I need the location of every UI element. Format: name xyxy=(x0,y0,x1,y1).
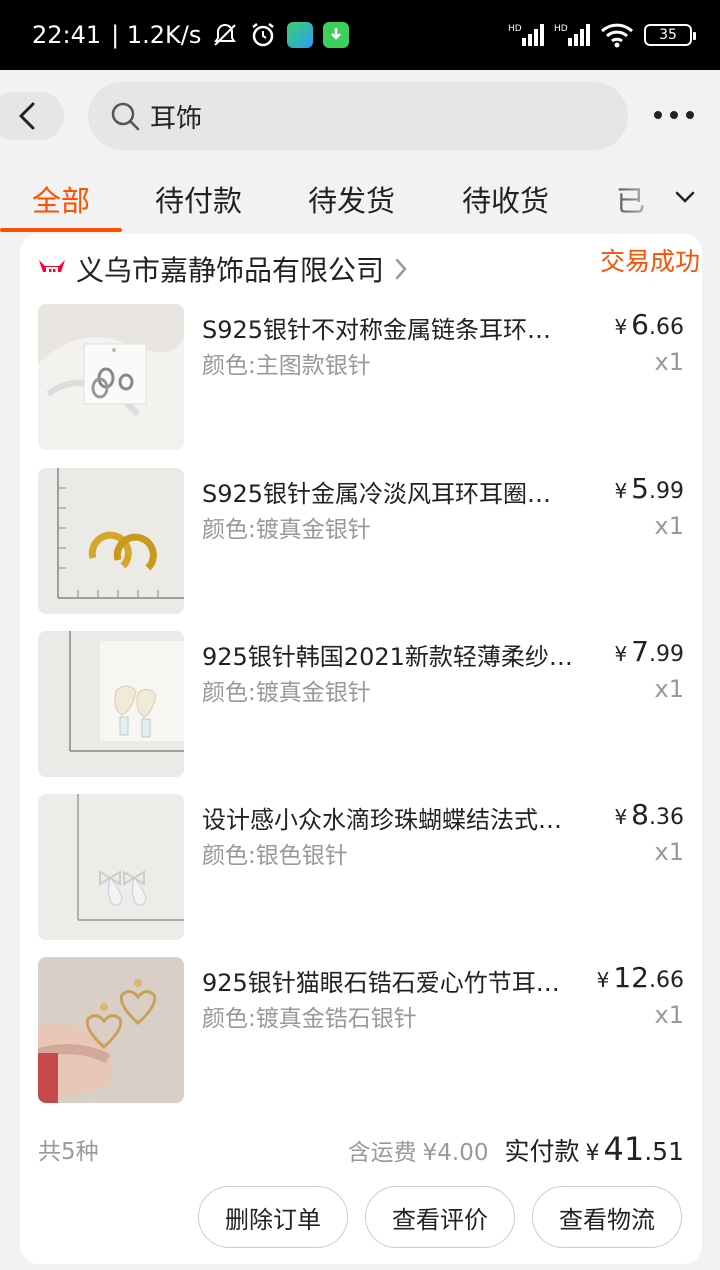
item-quantity: x1 xyxy=(654,1001,684,1029)
item-sku: 颜色:银色银针 xyxy=(202,843,348,869)
item-price: ¥5.99 xyxy=(614,472,684,505)
item-price: ¥8.36 xyxy=(614,798,684,831)
product-image xyxy=(38,631,184,777)
tab-fade xyxy=(600,162,720,234)
paid-currency: ¥ xyxy=(585,1141,600,1166)
alarm-icon xyxy=(249,21,277,49)
hd-signal-icon: HD xyxy=(554,22,590,48)
tab-pending-payment[interactable]: 待付款 xyxy=(155,178,242,220)
paid-label: 实付款 xyxy=(504,1137,580,1166)
shipping-label: 含运费 xyxy=(347,1140,417,1166)
order-item[interactable]: 925银针猫眼石锆石爱心竹节耳… 颜色:镀真金锆石银针 ¥12.66 x1 xyxy=(38,957,684,1103)
order-total: 含运费 ¥4.00 实付款 ¥ 41 .51 xyxy=(348,1130,684,1168)
store-name: 义乌市嘉静饰品有限公司 xyxy=(76,254,385,287)
svg-text:HD: HD xyxy=(554,24,568,34)
paid-amount-dec: .51 xyxy=(644,1137,684,1166)
item-quantity: x1 xyxy=(654,512,684,540)
tab-pending-receipt[interactable]: 待收货 xyxy=(462,178,549,220)
wifi-icon xyxy=(600,22,634,48)
item-title: S925银针金属冷淡风耳环耳圈… xyxy=(202,480,552,508)
item-sku: 颜色:镀真金锆石银针 xyxy=(202,1006,417,1032)
order-tabs: 全部 待付款 待发货 待收货 已 xyxy=(0,162,720,234)
item-count: 共5种 xyxy=(38,1139,99,1165)
svg-text:HD: HD xyxy=(508,24,522,34)
product-image xyxy=(38,304,184,450)
battery-level: 35 xyxy=(659,27,677,43)
store-link[interactable]: 义乌市嘉静饰品有限公司 xyxy=(38,244,684,294)
back-button[interactable] xyxy=(0,92,64,140)
chevron-right-icon xyxy=(395,258,407,280)
item-sku: 颜色:主图款银针 xyxy=(202,353,371,379)
status-time: 22:41 xyxy=(32,21,102,49)
view-logistics-button[interactable]: 查看物流 xyxy=(532,1186,682,1248)
search-icon xyxy=(111,102,140,131)
tab-pending-shipment[interactable]: 待发货 xyxy=(308,178,395,220)
order-item[interactable]: 925银针韩国2021新款轻薄柔纱… 颜色:镀真金银针 ¥7.99 x1 xyxy=(38,631,684,777)
item-sku: 颜色:镀真金银针 xyxy=(202,517,371,543)
mute-icon xyxy=(211,21,239,49)
app-badge-icon xyxy=(287,22,314,48)
back-icon xyxy=(19,102,35,130)
search-query: 耳饰 xyxy=(150,103,203,134)
item-quantity: x1 xyxy=(654,675,684,703)
hd-signal-icon: HD xyxy=(508,22,544,48)
status-bar: 22:41 | 1.2K/s HD HD 35 xyxy=(0,0,720,70)
more-icon[interactable] xyxy=(654,100,694,130)
item-quantity: x1 xyxy=(654,838,684,866)
item-price: ¥7.99 xyxy=(614,635,684,668)
item-quantity: x1 xyxy=(654,348,684,376)
item-price: ¥12.66 xyxy=(596,961,684,994)
chevron-down-icon[interactable] xyxy=(674,186,696,212)
item-price: ¥6.66 xyxy=(614,308,684,341)
order-status: 交易成功 xyxy=(599,247,700,276)
tab-all[interactable]: 全部 xyxy=(32,178,90,220)
order-item[interactable]: S925银针不对称金属链条耳环… 颜色:主图款银针 ¥6.66 x1 xyxy=(38,304,684,450)
paid-amount-int: 41 xyxy=(603,1130,645,1168)
search-header: 耳饰 xyxy=(0,70,720,162)
item-title: 925银针猫眼石锆石爱心竹节耳… xyxy=(202,969,560,997)
product-image xyxy=(38,957,184,1103)
shipping-value: ¥4.00 xyxy=(422,1140,489,1166)
item-title: S925银针不对称金属链条耳环… xyxy=(202,316,552,344)
delete-order-button[interactable]: 删除订单 xyxy=(198,1186,348,1248)
search-input[interactable]: 耳饰 xyxy=(88,82,628,150)
status-speed: | 1.2K/s xyxy=(111,21,202,49)
product-image xyxy=(38,468,184,614)
item-title: 设计感小众水滴珍珠蝴蝶结法式… xyxy=(202,806,562,834)
product-image xyxy=(38,794,184,940)
item-title: 925银针韩国2021新款轻薄柔纱… xyxy=(202,643,573,671)
order-item[interactable]: S925银针金属冷淡风耳环耳圈… 颜色:镀真金银针 ¥5.99 x1 xyxy=(38,468,684,614)
order-item[interactable]: 设计感小众水滴珍珠蝴蝶结法式… 颜色:银色银针 ¥8.36 x1 xyxy=(38,794,684,940)
item-sku: 颜色:镀真金银针 xyxy=(202,680,371,706)
battery-icon: 35 xyxy=(644,24,696,46)
view-review-button[interactable]: 查看评价 xyxy=(365,1186,515,1248)
tmall-logo-icon xyxy=(39,260,65,274)
order-card[interactable]: 义乌市嘉静饰品有限公司 交易成功 S925银针不对称金属链条耳环… 颜色:主图款… xyxy=(20,234,702,1264)
download-icon xyxy=(323,22,350,48)
tab-active-indicator xyxy=(0,228,122,232)
